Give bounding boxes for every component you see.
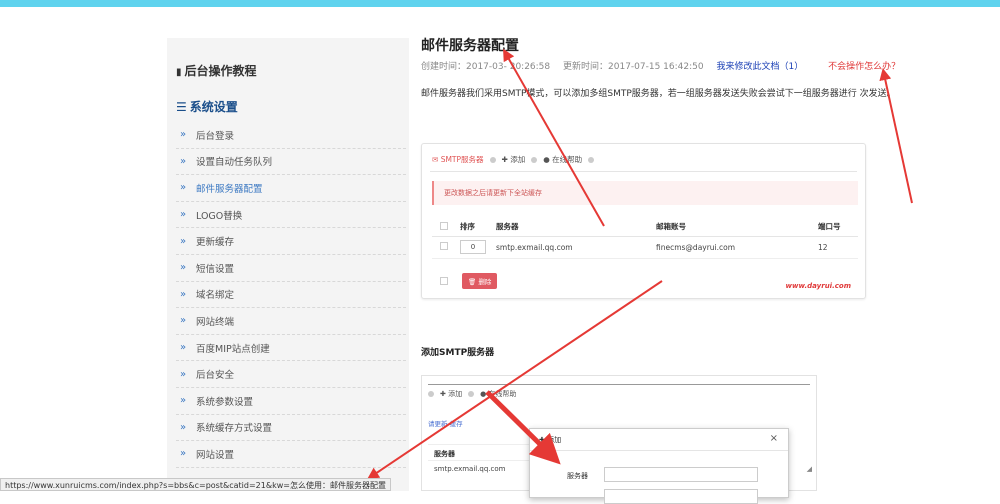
server-label: 服务器 <box>567 472 588 480</box>
chevron-right-icon: » <box>180 342 187 354</box>
order-input: 0 <box>460 240 486 254</box>
book-icon: ▮ <box>176 67 182 78</box>
second-input <box>604 489 758 504</box>
chevron-right-icon: » <box>180 155 187 167</box>
chevron-right-icon: » <box>180 395 187 407</box>
created-time: 创建时间：2017-03- 20:26:58 <box>421 62 551 72</box>
server-cell: smtp.exmail.qq.com <box>496 236 656 259</box>
checkbox <box>440 242 448 250</box>
sidebar-item-logo[interactable]: » LOGO替换 <box>176 202 406 229</box>
tab-add: ✚ 添加 <box>501 155 526 164</box>
sidebar-item-sms[interactable]: » 短信设置 <box>176 255 406 282</box>
sidebar-list: » 后台登录 » 设置自动任务队列 » 邮件服务器配置 » LOGO替换 » 更新缓存 »… <box>176 122 406 468</box>
tab-smtp: ✉ SMTP服务器 <box>432 155 484 164</box>
server-input <box>604 467 758 482</box>
tab-add: ✚ 添加 <box>440 390 463 398</box>
sidebar-item-cache[interactable]: » 更新缓存 <box>176 228 406 255</box>
chevron-right-icon: » <box>180 315 187 327</box>
menu-icon: ☰ <box>176 100 187 114</box>
article-intro: 邮件服务器我们采用SMTP模式，可以添加多组SMTP服务器，若一组服务器发送失败… <box>421 89 896 99</box>
mail-icon: ✉ <box>432 155 439 164</box>
smtp-table: 排序 服务器 邮箱账号 端口号 0 smtp.exmail.qq.com fin… <box>432 218 858 259</box>
server-cell: smtp.exmail.qq.com <box>434 465 506 473</box>
checkbox <box>440 277 448 285</box>
page-title: 邮件服务器配置 <box>421 38 519 54</box>
updated-time: 更新时间：2017-07-15 16:42:50 <box>563 62 704 72</box>
table-row: 0 smtp.exmail.qq.com finecms@dayrui.com … <box>432 236 858 259</box>
tab-dot <box>531 156 538 163</box>
sidebar-item-mip[interactable]: » 百度MIP站点创建 <box>176 335 406 362</box>
tab-help: ● 在线帮助 <box>480 390 517 398</box>
cache-notice: 请更新 缓存 <box>428 420 463 428</box>
article-meta: 创建时间：2017-03- 20:26:58 更新时间：2017-07-15 1… <box>421 59 910 72</box>
chevron-right-icon: » <box>180 421 187 433</box>
sidebar-item-site-settings[interactable]: » 网站设置 <box>176 441 406 468</box>
checkbox <box>440 221 448 230</box>
divider <box>428 444 538 445</box>
chevron-right-icon: » <box>180 448 187 460</box>
chevron-right-icon: » <box>180 368 187 380</box>
account-cell: finecms@dayrui.com <box>656 236 818 259</box>
top-accent-bar <box>0 0 1000 7</box>
divider <box>428 460 538 461</box>
modal-title: ✚ 添加 <box>539 436 562 444</box>
chevron-right-icon: » <box>180 262 187 274</box>
trash-icon: 🗑 <box>468 278 477 286</box>
tab-dot <box>588 156 595 163</box>
divider <box>430 171 857 172</box>
tab-dot <box>428 391 434 397</box>
add-modal: ✚ 添加 × 服务器 <box>529 428 789 504</box>
sidebar-item-security[interactable]: » 后台安全 <box>176 361 406 388</box>
header-checkbox <box>432 218 460 237</box>
chevron-right-icon: » <box>180 182 187 194</box>
help-icon: ● <box>543 155 550 164</box>
row-checkbox-cell <box>432 236 460 259</box>
table-header: 排序 服务器 邮箱账号 端口号 <box>432 218 858 237</box>
section-heading: 添加SMTP服务器 <box>421 348 495 358</box>
sidebar-title: ▮ 后台操作教程 <box>176 64 257 78</box>
tab-dot <box>468 391 475 397</box>
sidebar-item-terminal[interactable]: » 网站终端 <box>176 308 406 335</box>
delete-button: 🗑 删除 <box>462 273 498 289</box>
watermark: www.dayrui.com <box>785 282 851 290</box>
sidebar-item-domain[interactable]: » 域名绑定 <box>176 282 406 309</box>
chevron-right-icon: » <box>180 129 187 141</box>
sidebar-item-login[interactable]: » 后台登录 <box>176 122 406 149</box>
close-icon: × <box>769 433 778 444</box>
sidebar-item-task-queue[interactable]: » 设置自动任务队列 <box>176 149 406 176</box>
chevron-right-icon: » <box>180 209 187 221</box>
header-port: 端口号 <box>818 218 858 237</box>
bulk-actions: 🗑 删除 <box>440 273 498 289</box>
browser-status-bar: https://www.xunruicms.com/index.php?s=bb… <box>0 478 391 491</box>
send-icon: ◢ <box>806 465 812 473</box>
edit-doc-link[interactable]: 我来修改此文档（1） <box>716 62 803 72</box>
divider <box>428 384 810 385</box>
order-cell: 0 <box>460 236 496 259</box>
header-account: 邮箱账号 <box>656 218 818 237</box>
cache-notice: 更改数据之后请更新下全站缓存 <box>432 181 858 205</box>
tabs: ✉ SMTP服务器 ✚ 添加 ● 在线帮助 <box>432 154 595 165</box>
tab-dot <box>489 156 496 163</box>
header-server: 服务器 <box>496 218 656 237</box>
sidebar: ▮ 后台操作教程 ☰ 系统设置 » 后台登录 » 设置自动任务队列 » 邮件服务器配置 »… <box>167 38 409 491</box>
help-icon: ● <box>480 390 487 398</box>
chevron-right-icon: » <box>180 235 187 247</box>
screenshot-smtp-list: ✉ SMTP服务器 ✚ 添加 ● 在线帮助 更改数据之后请更新下全站缓存 排序 … <box>421 143 866 299</box>
header-order: 排序 <box>460 218 496 237</box>
sidebar-section-title: ☰ 系统设置 <box>176 100 238 114</box>
chevron-right-icon: » <box>180 288 187 300</box>
sidebar-item-mail-server[interactable]: » 邮件服务器配置 <box>176 175 406 202</box>
tabs: ✚ 添加 ● 在线帮助 <box>428 389 516 399</box>
divider <box>530 450 788 451</box>
sidebar-item-cache-mode[interactable]: » 系统缓存方式设置 <box>176 415 406 442</box>
port-cell: 12 <box>818 236 858 259</box>
sidebar-item-params[interactable]: » 系统参数设置 <box>176 388 406 415</box>
help-link[interactable]: 不会操作怎么办？ <box>828 62 900 72</box>
header-server: 服务器 <box>434 450 455 458</box>
tab-help: ● 在线帮助 <box>543 155 583 164</box>
